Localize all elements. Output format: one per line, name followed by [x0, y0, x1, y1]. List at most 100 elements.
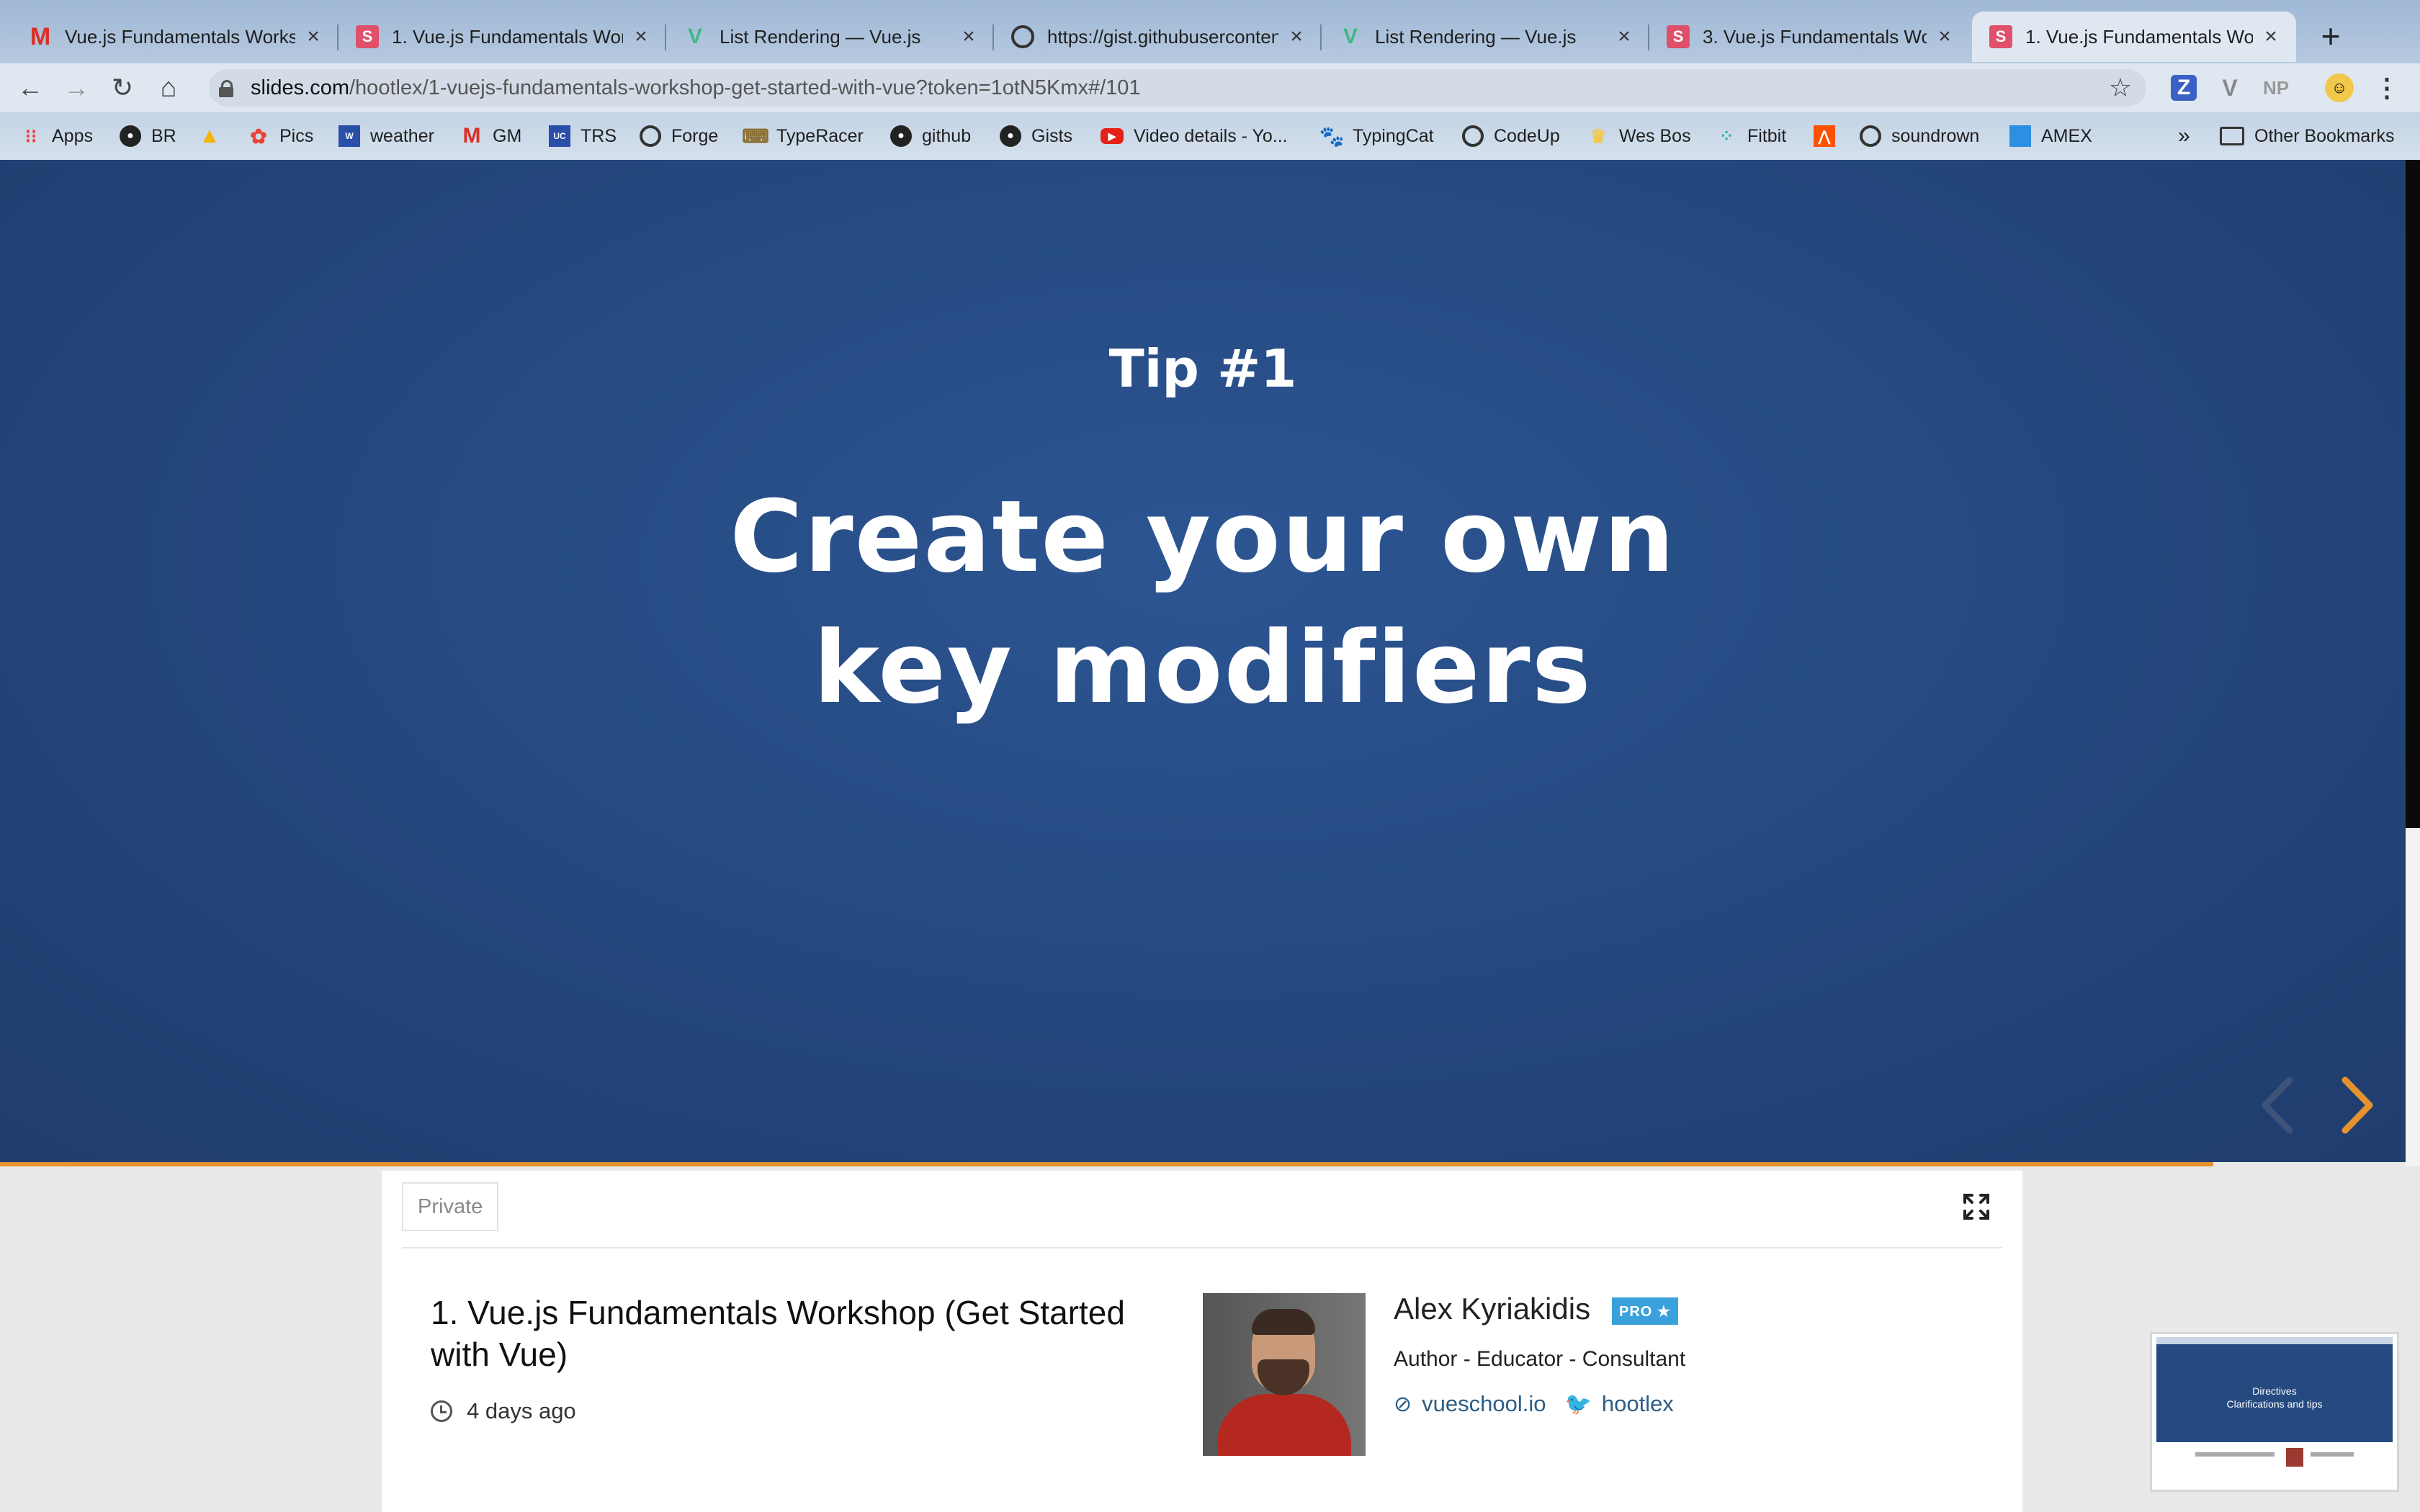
tab-7-active[interactable]: S 1. Vue.js Fundamentals Workshop × [1972, 12, 2296, 62]
tab-5[interactable]: V List Rendering — Vue.js × [1322, 12, 1649, 62]
thumbnail-text: Directives Clarifications and tips [2156, 1385, 2393, 1410]
thumbnail-avatar [2286, 1448, 2303, 1467]
forward-icon[interactable]: → [59, 71, 94, 105]
bookmark-gm[interactable]: M GM [461, 122, 522, 150]
bookmark-apps[interactable]: ⁝⁝ Apps [20, 122, 93, 150]
bookmark-label: GM [493, 125, 522, 146]
slides-icon: S [1989, 25, 2012, 48]
np-extension-icon[interactable]: NP [2259, 71, 2293, 105]
author-role: Author - Educator - Consultant [1394, 1347, 1686, 1371]
thumbnail-info-line [2311, 1452, 2354, 1457]
bookmark-typingcat[interactable]: 🐾 TypingCat [1319, 122, 1434, 150]
vue-devtools-icon[interactable]: V [2213, 71, 2247, 105]
close-icon[interactable]: × [958, 24, 980, 49]
avatar-beard [1258, 1359, 1309, 1395]
chevron-right-icon [2341, 1076, 2373, 1134]
tab-title: 1. Vue.js Fundamentals Workshop [2025, 25, 2253, 48]
slide-progress-fill [0, 1162, 2213, 1166]
bookmark-label: Fitbit [1747, 125, 1787, 146]
strava-icon: ⋀ [1814, 125, 1835, 147]
tab-3[interactable]: V List Rendering — Vue.js × [666, 12, 994, 62]
zoom-extension-icon[interactable]: Z [2171, 75, 2197, 101]
profile-avatar-icon[interactable]: ☺ [2325, 73, 2354, 102]
slide-title: Create your own key modifiers [730, 479, 1676, 726]
gmail-icon: M [462, 124, 481, 148]
tab-title: List Rendering — Vue.js [1375, 25, 1577, 48]
bookmark-weather[interactable]: W weather [339, 122, 434, 150]
bookmark-codeup[interactable]: CodeUp [1462, 122, 1560, 150]
bookmark-fitbit[interactable]: ⁘ Fitbit [1716, 122, 1786, 150]
bookmark-trs[interactable]: UC TRS [549, 122, 617, 150]
author-name[interactable]: Alex Kyriakidis [1394, 1292, 1590, 1326]
bookmark-br[interactable]: ● BR [120, 122, 176, 150]
bookmark-amex[interactable]: AMEX [2009, 122, 2092, 150]
globe-icon [1860, 125, 1881, 147]
github-icon: ● [1000, 125, 1021, 147]
back-icon[interactable]: ← [13, 71, 48, 105]
close-icon[interactable]: × [1286, 24, 1307, 49]
pro-badge: PRO ★ [1612, 1297, 1678, 1325]
crown-icon: ♛ [1590, 125, 1607, 147]
photos-icon: ✿ [250, 125, 267, 148]
amex-icon [2009, 125, 2031, 147]
clock-icon [431, 1400, 452, 1422]
fullscreen-button[interactable] [1962, 1192, 1991, 1221]
bookmark-github[interactable]: ● github [890, 122, 971, 150]
twitter-icon: 🐦 [1564, 1392, 1592, 1416]
bookmark-label: Video details - Yo... [1134, 125, 1288, 146]
bookmark-label: TypeRacer [776, 125, 864, 146]
bookmarks-overflow-button[interactable]: » [2178, 122, 2190, 150]
bookmark-forge[interactable]: Forge [640, 122, 718, 150]
close-icon[interactable]: × [2260, 24, 2282, 49]
close-icon[interactable]: × [302, 24, 324, 49]
prev-slide-button[interactable] [2252, 1073, 2303, 1138]
bookmark-video-details[interactable]: ▶ Video details - Yo... [1101, 122, 1288, 150]
twitter-label: hootlex [1601, 1391, 1674, 1416]
avatar-body [1217, 1394, 1351, 1456]
deck-title[interactable]: 1. Vue.js Fundamentals Workshop (Get Sta… [431, 1292, 1151, 1375]
bookmark-strava[interactable]: ⋀ [1814, 122, 1835, 150]
tab-6[interactable]: S 3. Vue.js Fundamentals Workshop × [1649, 12, 1970, 62]
paw-icon: 🐾 [1319, 125, 1345, 148]
slide-kicker: Tip #1 [1108, 338, 1297, 399]
slides-icon: S [356, 25, 379, 48]
bookmark-label: Other Bookmarks [2254, 125, 2395, 146]
close-icon[interactable]: × [1934, 24, 1955, 49]
next-slide-button[interactable] [2332, 1073, 2383, 1138]
reload-icon[interactable]: ↻ [105, 71, 140, 105]
bookmark-pics[interactable]: ✿ Pics [248, 122, 313, 150]
tab-strip: M Vue.js Fundamentals Workshop × S 1. Vu… [0, 0, 2420, 63]
tab-title: List Rendering — Vue.js [720, 25, 921, 48]
bookmark-drive[interactable]: ▲ [199, 122, 220, 150]
bookmark-typeracer[interactable]: ⌨ TypeRacer [742, 122, 864, 150]
other-bookmarks[interactable]: Other Bookmarks [2220, 122, 2395, 150]
tab-4[interactable]: https://gist.githubusercontent.com × [994, 12, 1322, 62]
tab-1[interactable]: M Vue.js Fundamentals Workshop × [0, 12, 339, 62]
bookmark-soundrown[interactable]: soundrown [1860, 122, 1979, 150]
page-scrollbar-thumb[interactable] [2406, 828, 2420, 1166]
bookmark-label: Forge [671, 125, 719, 146]
new-tab-button[interactable]: + [2311, 16, 2351, 56]
tab-2[interactable]: S 1. Vue.js Fundamentals Workshop × [339, 12, 666, 62]
bookmark-wes-bos[interactable]: ♛ Wes Bos [1587, 122, 1690, 150]
vue-icon: V [687, 24, 702, 48]
github-icon: ● [120, 125, 141, 147]
tab-title: https://gist.githubusercontent.com [1047, 25, 1278, 48]
website-link[interactable]: ⊘ vueschool.io [1394, 1391, 1546, 1417]
bookmark-star-icon[interactable]: ☆ [2109, 73, 2132, 103]
twitter-link[interactable]: 🐦 hootlex [1564, 1391, 1673, 1417]
apps-grid-icon: ⁝⁝ [24, 125, 37, 147]
home-icon[interactable]: ⌂ [151, 71, 186, 105]
bookmark-label: AMEX [2041, 125, 2092, 146]
slide-thumbnail-preview[interactable]: Directives Clarifications and tips [2150, 1332, 2399, 1492]
bookmark-gists[interactable]: ● Gists [1000, 122, 1072, 150]
avatar-hair [1252, 1309, 1315, 1335]
browser-toolbar: ← → ↻ ⌂ slides.com/hootlex/1-vuejs-funda… [0, 63, 2420, 112]
author-avatar[interactable] [1203, 1293, 1366, 1456]
bookmark-label: Pics [279, 125, 314, 146]
close-icon[interactable]: × [630, 24, 652, 49]
menu-icon[interactable]: ⋮ [2370, 71, 2404, 105]
bookmark-label: CodeUp [1494, 125, 1560, 146]
close-icon[interactable]: × [1613, 24, 1635, 49]
address-bar[interactable]: slides.com/hootlex/1-vuejs-fundamentals-… [209, 69, 2146, 107]
